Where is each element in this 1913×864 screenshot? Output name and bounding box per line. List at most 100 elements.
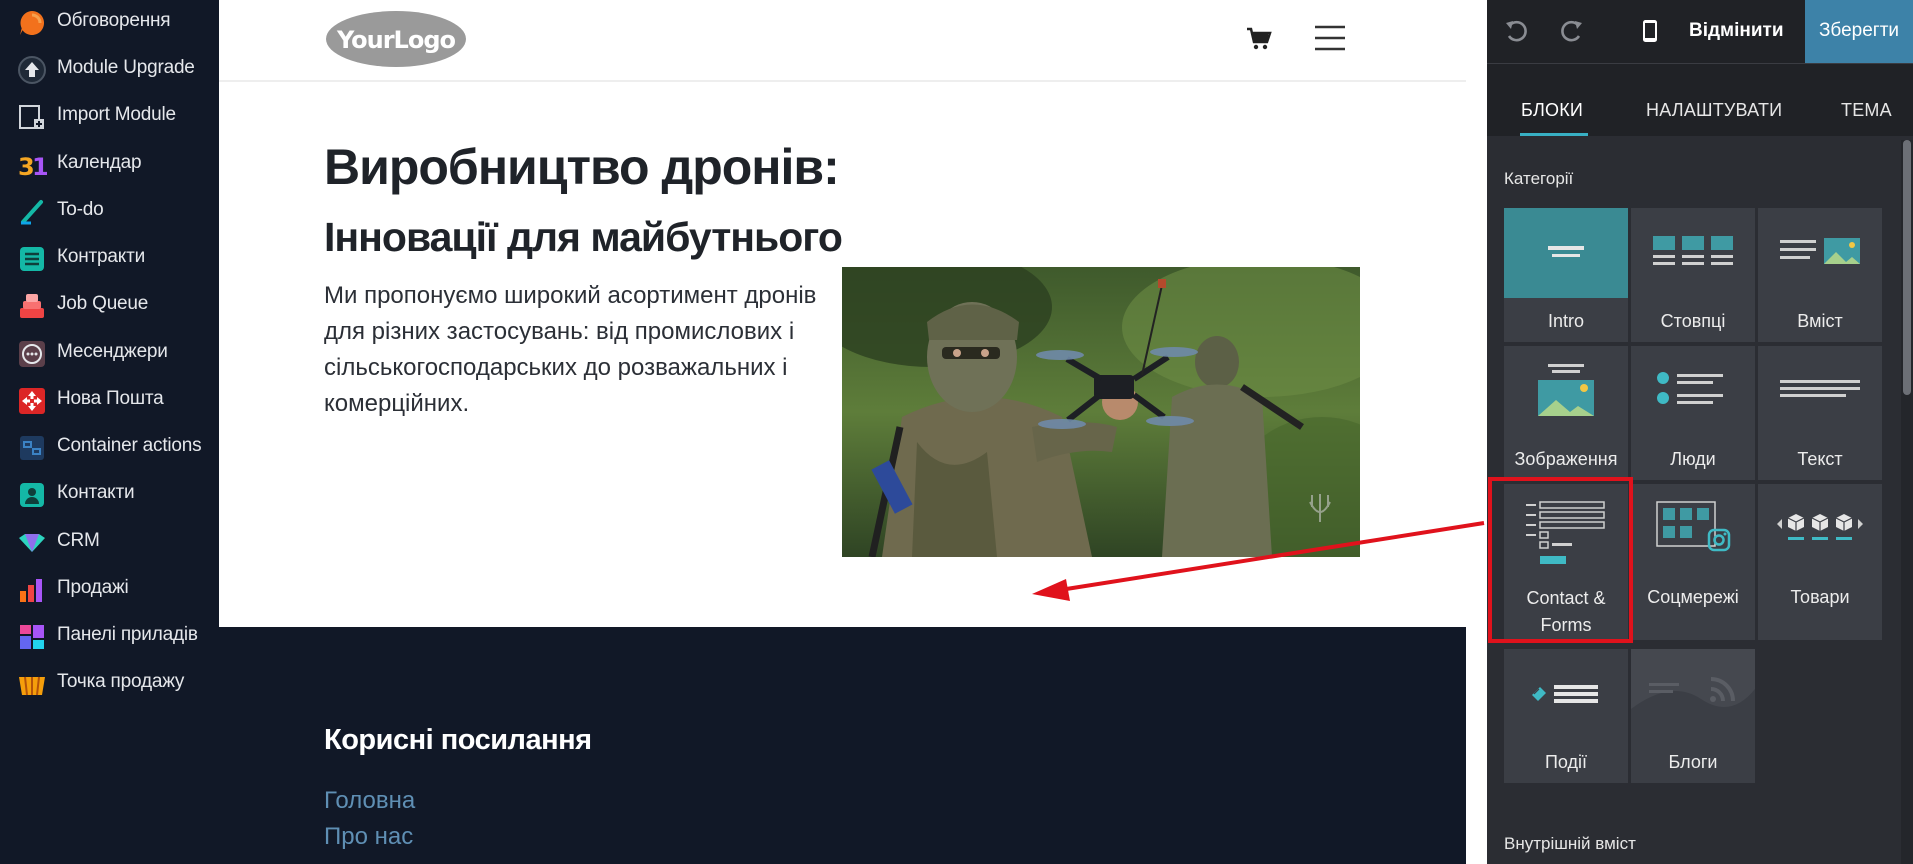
contacts-icon bbox=[17, 480, 47, 510]
sidebar-item-label: Продажі bbox=[57, 577, 129, 598]
website-editor-panel: Відмінити Зберегти Блоки Налаштувати Тем… bbox=[1487, 0, 1913, 864]
social-media-thumbnail-icon bbox=[1631, 484, 1755, 574]
snippet-images[interactable]: Зображення bbox=[1504, 346, 1628, 480]
hamburger-menu-icon[interactable] bbox=[1315, 24, 1345, 52]
import-icon bbox=[17, 102, 47, 132]
sidebar-item-contracts[interactable]: Контракти bbox=[0, 236, 219, 280]
sidebar-item-nova-poshta[interactable]: Нова Пошта bbox=[0, 378, 219, 422]
sidebar-item-module-upgrade[interactable]: Module Upgrade bbox=[0, 47, 219, 91]
sidebar-item-label: Панелі приладів bbox=[57, 624, 198, 645]
apps-sidebar: Обговорення Module Upgrade Import Module… bbox=[0, 0, 219, 864]
footer-title[interactable]: Корисні посилання bbox=[324, 724, 592, 757]
cart-icon[interactable] bbox=[1246, 27, 1272, 51]
sidebar-item-label: Нова Пошта bbox=[57, 388, 164, 409]
container-icon bbox=[17, 433, 47, 463]
site-footer: Корисні посилання Головна Про нас bbox=[219, 627, 1466, 864]
sidebar-item-sales[interactable]: Продажі bbox=[0, 567, 219, 611]
sidebar-item-label: Контракти bbox=[57, 246, 146, 267]
website-canvas[interactable]: YourLogo Виробництво дронів: Інновації д… bbox=[219, 0, 1466, 864]
snippet-social-media[interactable]: Соцмережі bbox=[1631, 484, 1755, 640]
snippet-label: Соцмережі bbox=[1647, 587, 1739, 607]
inner-content-heading: Внутрішній вміст bbox=[1504, 834, 1636, 853]
snippet-events[interactable]: Події bbox=[1504, 649, 1628, 783]
sidebar-item-dashboards[interactable]: Панелі приладів bbox=[0, 614, 219, 658]
nova-poshta-icon bbox=[17, 386, 47, 416]
site-logo[interactable]: YourLogo bbox=[324, 9, 468, 69]
tab-theme[interactable]: Тема bbox=[1841, 100, 1892, 121]
discuss-icon bbox=[17, 8, 47, 38]
logo-text: YourLogo bbox=[336, 26, 456, 54]
sidebar-item-label: Обговорення bbox=[57, 10, 171, 31]
hero-paragraph[interactable]: Ми пропонуємо широкий асортимент дронів … bbox=[324, 278, 844, 422]
sidebar-item-calendar[interactable]: 31 Календар bbox=[0, 142, 219, 186]
snippet-products[interactable]: Товари bbox=[1758, 484, 1882, 640]
snippet-label: Стовпці bbox=[1660, 311, 1726, 331]
people-thumbnail-icon bbox=[1631, 346, 1755, 436]
sidebar-item-label: Container actions bbox=[57, 435, 202, 456]
tab-blocks[interactable]: Блоки bbox=[1521, 100, 1583, 121]
text-thumbnail-icon bbox=[1758, 346, 1882, 436]
sidebar-item-label: Контакти bbox=[57, 482, 135, 503]
pos-icon bbox=[17, 669, 47, 699]
editor-scrollbar[interactable] bbox=[1901, 140, 1913, 864]
svg-text:1: 1 bbox=[32, 153, 47, 180]
sidebar-item-crm[interactable]: CRM bbox=[0, 520, 219, 564]
snippet-columns[interactable]: Стовпці bbox=[1631, 208, 1755, 342]
editor-scroll-thumb[interactable] bbox=[1903, 140, 1911, 395]
sidebar-item-contacts[interactable]: Контакти bbox=[0, 472, 219, 516]
discard-button[interactable]: Відмінити bbox=[1689, 0, 1784, 63]
snippet-label: Вміст bbox=[1797, 311, 1843, 331]
categories-heading: Категорії bbox=[1504, 169, 1574, 188]
crm-icon bbox=[17, 528, 47, 558]
contracts-icon bbox=[17, 244, 47, 274]
mobile-preview-icon[interactable] bbox=[1634, 15, 1666, 47]
events-thumbnail-icon bbox=[1504, 649, 1628, 739]
snippet-label: Люди bbox=[1670, 449, 1716, 469]
hero-image-drone-soldier[interactable] bbox=[842, 267, 1360, 557]
snippet-text[interactable]: Текст bbox=[1758, 346, 1882, 480]
job-queue-icon bbox=[17, 291, 47, 321]
sidebar-item-messengers[interactable]: Месенджери bbox=[0, 331, 219, 375]
undo-icon[interactable] bbox=[1501, 15, 1533, 47]
snippet-blogs[interactable]: Блоги bbox=[1631, 649, 1755, 783]
messenger-icon bbox=[17, 339, 47, 369]
snippet-people[interactable]: Люди bbox=[1631, 346, 1755, 480]
snippet-intro[interactable]: Intro bbox=[1504, 208, 1628, 342]
images-thumbnail-icon bbox=[1504, 346, 1628, 436]
snippet-label: Текст bbox=[1797, 449, 1843, 469]
hero-subtitle[interactable]: Інновації для майбутнього bbox=[324, 214, 843, 261]
snippet-label: Товари bbox=[1790, 587, 1850, 607]
sidebar-item-todo[interactable]: To-do bbox=[0, 189, 219, 233]
intro-thumbnail-icon bbox=[1504, 208, 1628, 298]
hero-title[interactable]: Виробництво дронів: bbox=[324, 138, 840, 196]
content-thumbnail-icon bbox=[1758, 208, 1882, 298]
tab-customize[interactable]: Налаштувати bbox=[1646, 100, 1782, 121]
sidebar-item-label: Месенджери bbox=[57, 341, 168, 362]
snippet-label: Події bbox=[1544, 752, 1588, 772]
products-thumbnail-icon bbox=[1758, 484, 1882, 574]
editor-toolbar: Відмінити Зберегти bbox=[1487, 0, 1913, 64]
sidebar-item-label: Import Module bbox=[57, 104, 176, 125]
sidebar-item-label: Job Queue bbox=[57, 293, 149, 314]
sales-icon bbox=[17, 575, 47, 605]
site-header: YourLogo bbox=[219, 0, 1466, 82]
sidebar-item-label: Календар bbox=[57, 152, 142, 173]
snippet-label: Intro bbox=[1547, 311, 1585, 331]
footer-link-home[interactable]: Головна bbox=[324, 787, 415, 815]
sidebar-item-job-queue[interactable]: Job Queue bbox=[0, 283, 219, 327]
sidebar-item-import-module[interactable]: Import Module bbox=[0, 94, 219, 138]
sidebar-item-container-actions[interactable]: Container actions bbox=[0, 425, 219, 469]
sidebar-item-label: To-do bbox=[57, 199, 104, 220]
sidebar-item-discuss[interactable]: Обговорення bbox=[0, 0, 219, 44]
snippet-label: Зображення bbox=[1514, 449, 1618, 469]
sidebar-item-pos[interactable]: Точка продажу bbox=[0, 661, 219, 705]
dashboard-icon bbox=[17, 622, 47, 652]
sidebar-item-label: Точка продажу bbox=[57, 671, 185, 692]
snippet-content[interactable]: Вміст bbox=[1758, 208, 1882, 342]
save-button[interactable]: Зберегти bbox=[1805, 0, 1913, 63]
footer-link-about[interactable]: Про нас bbox=[324, 823, 413, 851]
active-tab-indicator bbox=[1520, 133, 1588, 136]
blogs-thumbnail-icon bbox=[1631, 649, 1755, 739]
columns-thumbnail-icon bbox=[1631, 208, 1755, 298]
redo-icon[interactable] bbox=[1555, 15, 1587, 47]
